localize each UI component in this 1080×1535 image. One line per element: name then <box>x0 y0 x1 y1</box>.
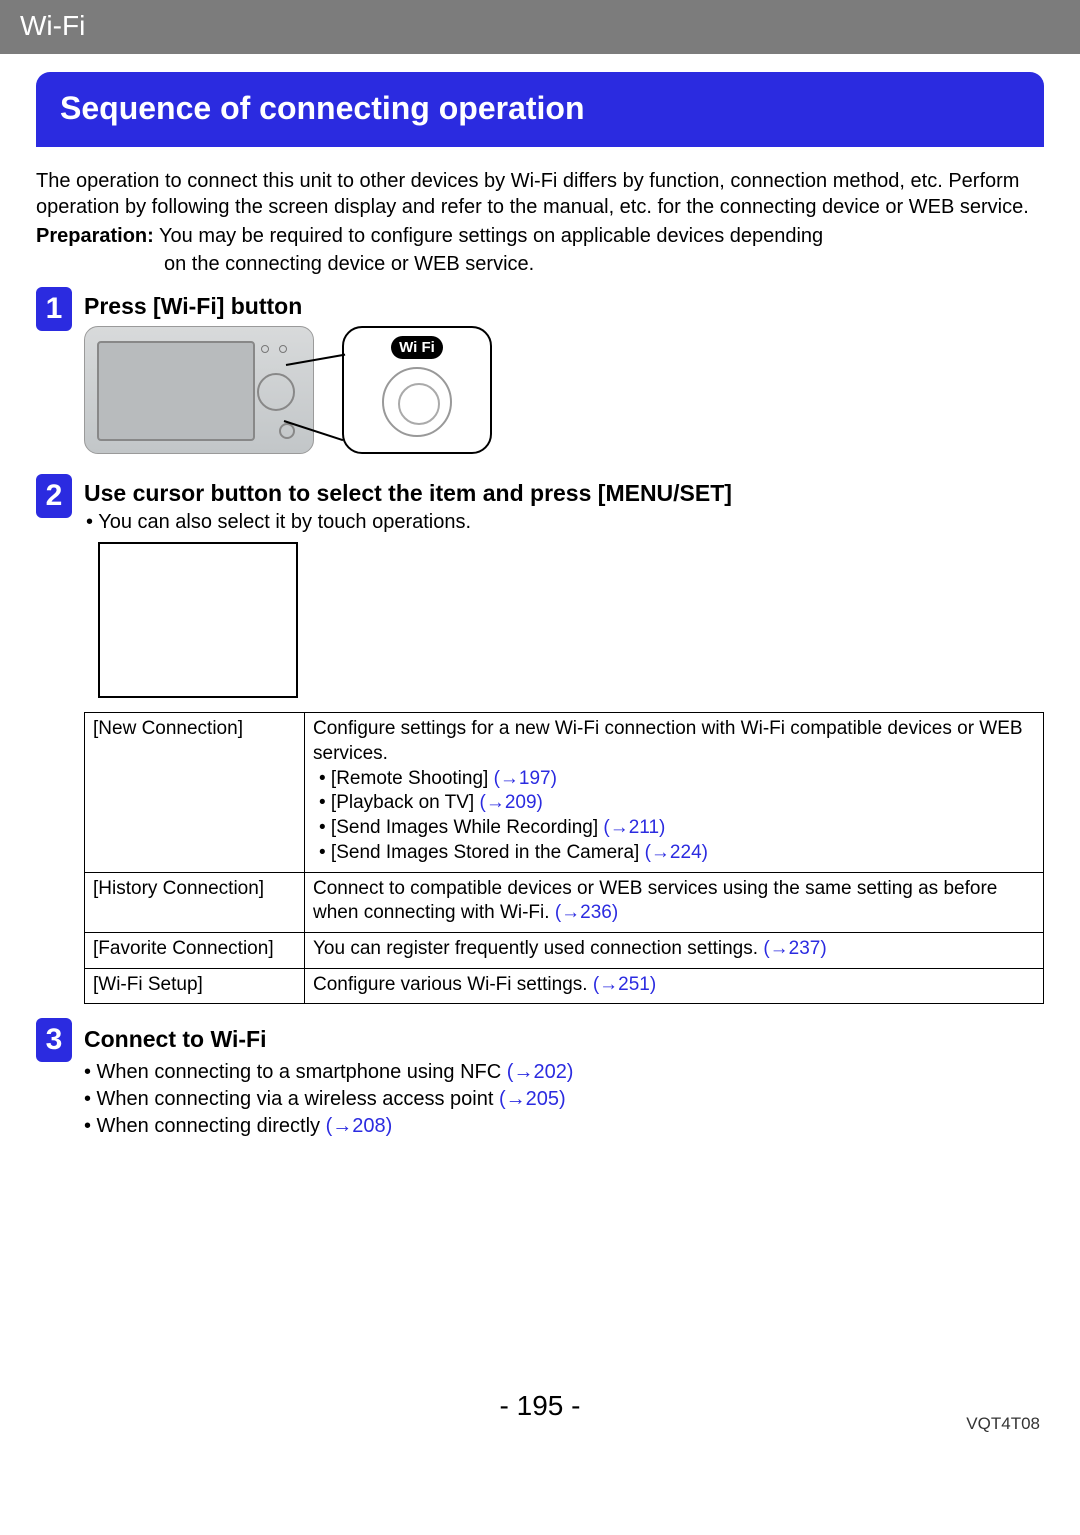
wifisetup-desc-text: Configure various Wi-Fi settings. <box>313 974 593 995</box>
cell-favorite-desc: You can register frequently used connect… <box>305 932 1044 968</box>
page-link[interactable]: (→224) <box>645 842 708 863</box>
cell-new-connection-desc: Configure settings for a new Wi-Fi conne… <box>305 713 1044 872</box>
section-title: Sequence of connecting operation <box>60 90 585 126</box>
send-while-recording-item: • [Send Images While Recording] (→211) <box>319 817 665 838</box>
remote-shooting-item: • [Remote Shooting] (→197) <box>319 768 557 789</box>
playback-tv-text: • [Playback on TV] <box>319 792 480 813</box>
camera-dot <box>279 345 287 353</box>
connect-direct-line: • When connecting directly (→208) <box>84 1113 1044 1140</box>
step-2-body: Use cursor button to select the item and… <box>84 474 1044 1004</box>
step-2-title: Use cursor button to select the item and… <box>84 474 1044 507</box>
cell-wifisetup-name: [Wi-Fi Setup] <box>85 968 305 1004</box>
cell-wifisetup-desc: Configure various Wi-Fi settings. (→251) <box>305 968 1044 1004</box>
page-link[interactable]: (→208) <box>326 1115 393 1137</box>
connect-direct-text: • When connecting directly <box>84 1115 326 1137</box>
page-link[interactable]: (→205) <box>499 1088 566 1110</box>
page-content: Sequence of connecting operation The ope… <box>0 54 1080 1140</box>
step-1: 1 Press [Wi-Fi] button Wi Fi <box>36 287 1044 464</box>
new-connection-desc: Configure settings for a new Wi-Fi conne… <box>313 718 1023 764</box>
cell-history-desc: Connect to compatible devices or WEB ser… <box>305 872 1044 932</box>
step-number-badge: 3 <box>36 1018 72 1062</box>
camera-control-wheel <box>257 373 295 411</box>
screenshot-placeholder <box>98 542 298 698</box>
step-3-body: Connect to Wi-Fi • When connecting to a … <box>84 1018 1044 1140</box>
page-link[interactable]: (→202) <box>507 1061 574 1083</box>
section-heading: Sequence of connecting operation <box>36 72 1044 147</box>
camera-screen <box>97 341 255 441</box>
page-link[interactable]: (→209) <box>480 792 543 813</box>
playback-tv-item: • [Playback on TV] (→209) <box>319 792 543 813</box>
page-link[interactable]: (→251) <box>593 974 656 995</box>
step-3: 3 Connect to Wi-Fi • When connecting to … <box>36 1018 1044 1140</box>
page-link[interactable]: (→197) <box>494 768 557 789</box>
document-code: VQT4T08 <box>966 1414 1040 1434</box>
step-1-body: Press [Wi-Fi] button Wi Fi <box>84 287 1044 464</box>
intro-block: The operation to connect this unit to ot… <box>36 169 1044 277</box>
table-row: [History Connection] Connect to compatib… <box>85 872 1044 932</box>
favorite-desc-text: You can register frequently used connect… <box>313 938 763 959</box>
wifi-button-ring <box>382 367 452 437</box>
camera-small-button <box>279 423 295 439</box>
connect-nfc-text: • When connecting to a smartphone using … <box>84 1061 507 1083</box>
send-while-recording-text: • [Send Images While Recording] <box>319 817 603 838</box>
connection-table: [New Connection] Configure settings for … <box>84 712 1044 1004</box>
footer: - 195 - VQT4T08 <box>0 1390 1080 1440</box>
connect-ap-text: • When connecting via a wireless access … <box>84 1088 499 1110</box>
preparation-line2: on the connecting device or WEB service. <box>164 252 1044 278</box>
page-number: - 195 - <box>0 1390 1080 1422</box>
step-2: 2 Use cursor button to select the item a… <box>36 474 1044 1004</box>
step-number-badge: 2 <box>36 474 72 518</box>
history-desc-text: Connect to compatible devices or WEB ser… <box>313 878 997 924</box>
preparation-label: Preparation: <box>36 225 154 247</box>
table-row: [New Connection] Configure settings for … <box>85 713 1044 872</box>
step-2-note: • You can also select it by touch operat… <box>86 511 1044 534</box>
send-stored-item: • [Send Images Stored in the Camera] (→2… <box>319 842 708 863</box>
step-1-title: Press [Wi-Fi] button <box>84 287 1044 320</box>
camera-dot <box>261 345 269 353</box>
step-number-badge: 1 <box>36 287 72 331</box>
preparation-inline: You may be required to configure setting… <box>159 225 823 247</box>
connect-nfc-line: • When connecting to a smartphone using … <box>84 1059 1044 1086</box>
camera-illustration <box>84 326 314 454</box>
intro-paragraph: The operation to connect this unit to ot… <box>36 169 1044 220</box>
step-3-title: Connect to Wi-Fi <box>84 1018 1044 1055</box>
page-link[interactable]: (→236) <box>555 902 618 923</box>
page-link[interactable]: (→237) <box>763 938 826 959</box>
camera-illustration-row: Wi Fi <box>84 326 1044 454</box>
table-row: [Wi-Fi Setup] Configure various Wi-Fi se… <box>85 968 1044 1004</box>
remote-shooting-text: • [Remote Shooting] <box>319 768 494 789</box>
wifi-button-callout: Wi Fi <box>342 326 492 454</box>
connect-ap-line: • When connecting via a wireless access … <box>84 1086 1044 1113</box>
header-bar: Wi-Fi <box>0 0 1080 54</box>
page-link[interactable]: (→211) <box>603 817 665 838</box>
cell-favorite-name: [Favorite Connection] <box>85 932 305 968</box>
header-title: Wi-Fi <box>20 10 85 41</box>
cell-history-name: [History Connection] <box>85 872 305 932</box>
wifi-badge: Wi Fi <box>391 336 443 359</box>
cell-new-connection-name: [New Connection] <box>85 713 305 872</box>
send-stored-text: • [Send Images Stored in the Camera] <box>319 842 645 863</box>
table-row: [Favorite Connection] You can register f… <box>85 932 1044 968</box>
preparation-line: Preparation: You may be required to conf… <box>36 224 1044 250</box>
